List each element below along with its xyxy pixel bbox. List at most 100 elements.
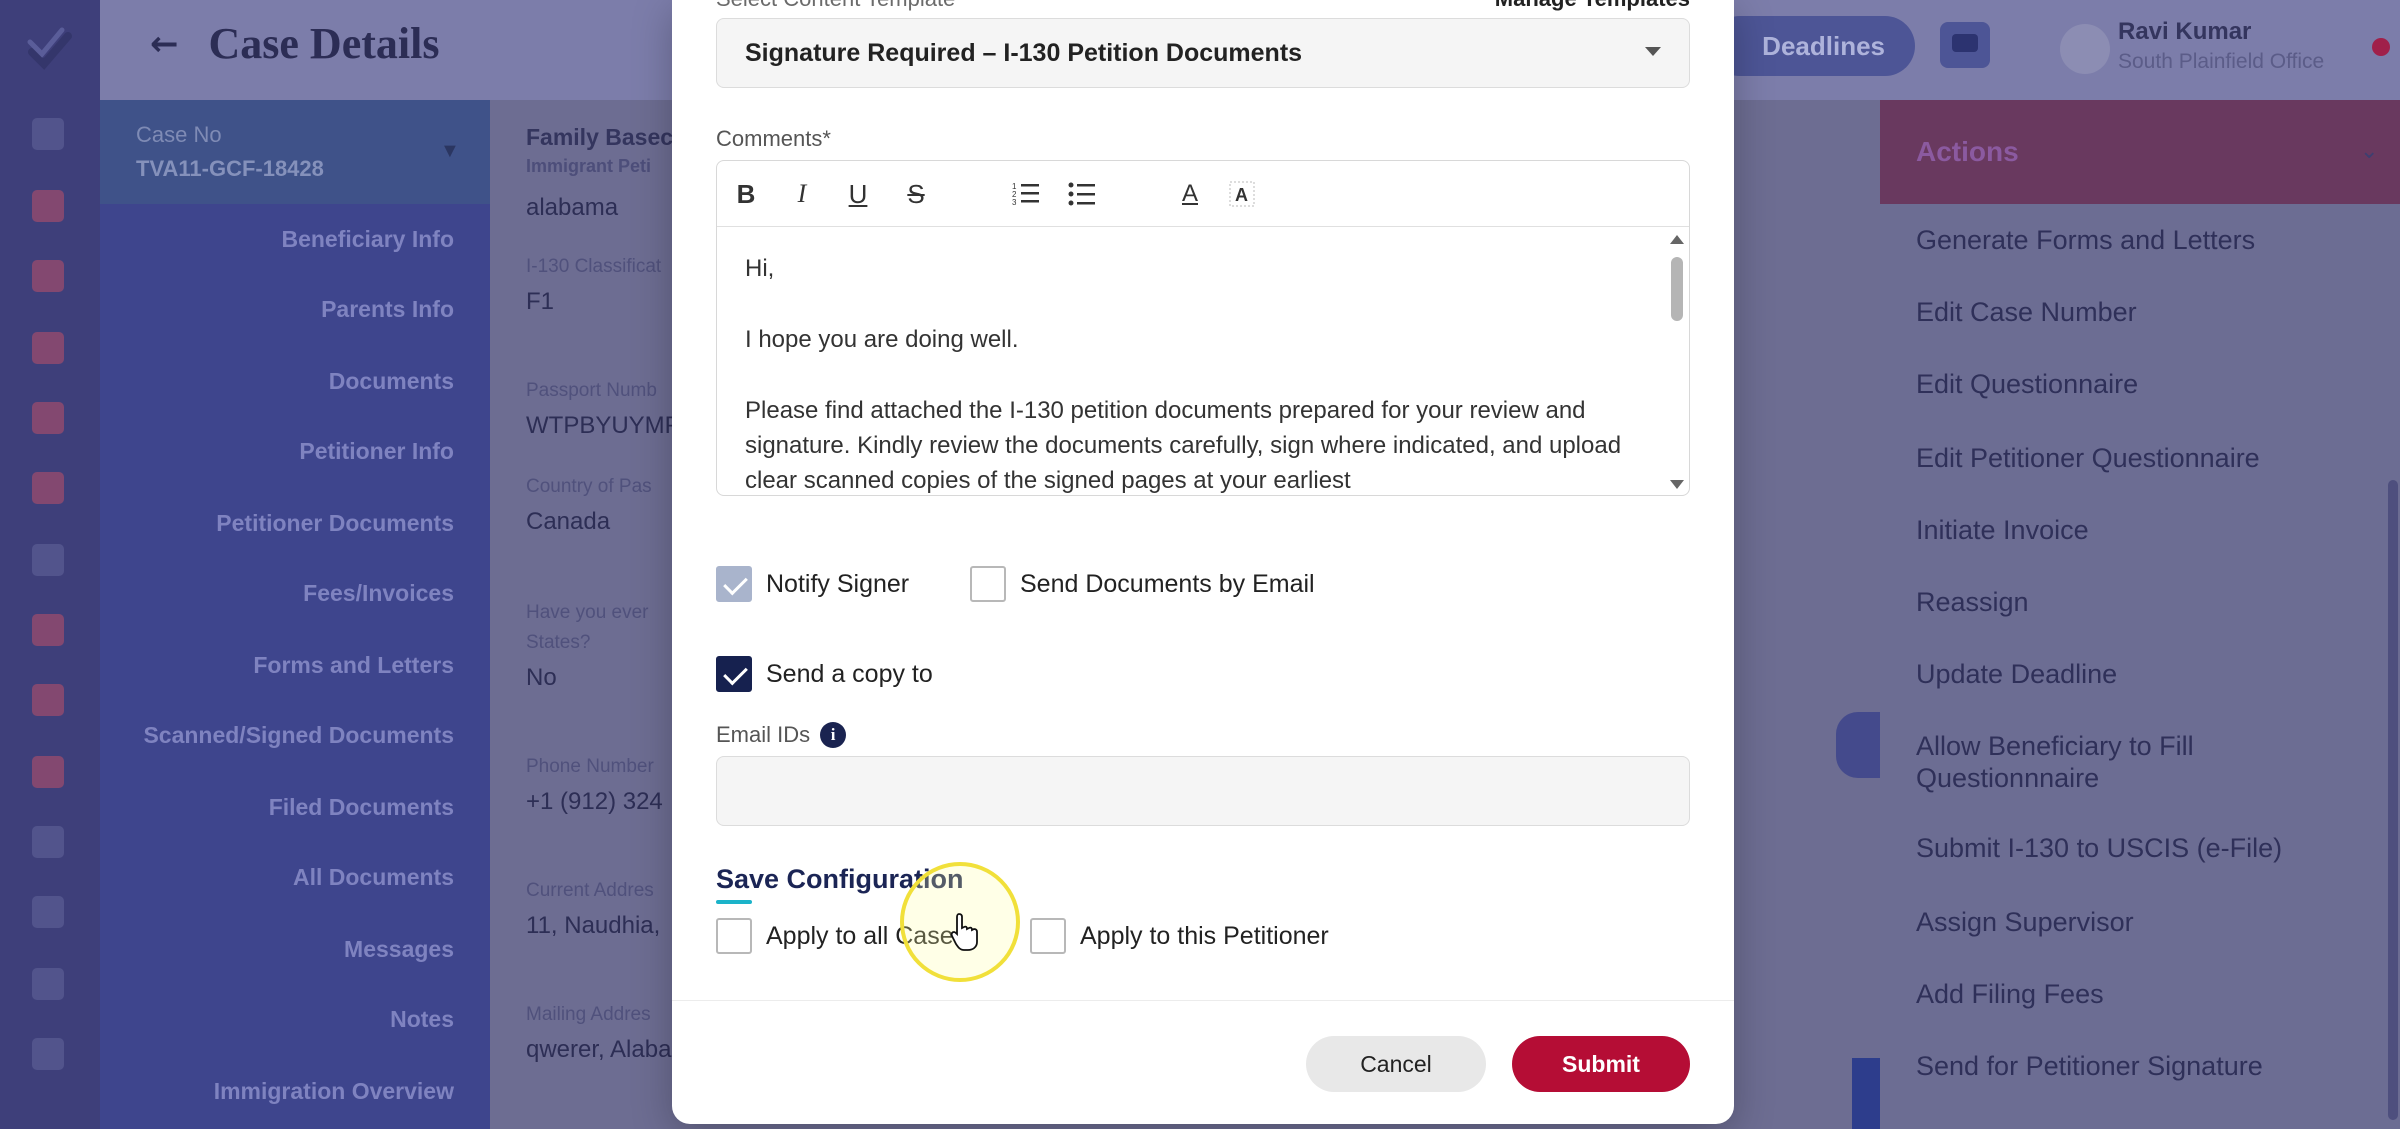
field-label: Phone Number [526,756,654,777]
case-no-label: Case No [136,122,222,147]
page-title: ← Case Details [150,18,439,69]
case-type-subtitle: Immigrant Peti [526,156,652,176]
user-office: South Plainfield Office [2118,50,2325,73]
case-selector[interactable] [100,100,490,204]
chevron-down-icon[interactable]: ▼ [440,140,460,163]
submit-button[interactable]: Submit [1512,1036,1690,1092]
sidebar-item-notes[interactable]: Notes [390,1006,454,1033]
documents-icon[interactable] [32,544,64,576]
action-allow-beneficiary[interactable]: Allow Beneficiary to Fill Questionnnaire [1916,730,2216,794]
manage-templates-link[interactable]: Manage Templates [1495,0,1690,12]
apply-petitioner-option[interactable]: Apply to this Petitioner [1030,918,1329,954]
underline-button[interactable]: U [839,175,877,213]
back-arrow-icon[interactable]: ← [150,24,179,64]
email-ids-input[interactable] [716,756,1690,826]
action-edit-case-number[interactable]: Edit Case Number [1916,296,2356,328]
sidebar-item-petitioner-documents[interactable]: Petitioner Documents [216,510,454,537]
send-copy-option[interactable]: Send a copy to [716,656,933,692]
bold-button[interactable]: B [727,175,765,213]
content-template-select[interactable]: Signature Required – I-130 Petition Docu… [716,18,1690,88]
action-submit-uscis[interactable]: Submit I-130 to USCIS (e-File) [1916,832,2356,864]
content-template-value: Signature Required – I-130 Petition Docu… [745,38,1303,67]
messages-icon[interactable] [32,472,64,504]
folder-icon[interactable] [32,968,64,1000]
cases-icon[interactable] [32,190,64,222]
sidebar-item-petitioner-info[interactable]: Petitioner Info [299,438,454,465]
forms-icon[interactable] [32,260,64,292]
page-title-text: Case Details [208,19,440,68]
collapse-panel-tab[interactable] [1836,712,1880,778]
chevron-down-icon[interactable]: ⌄ [2360,138,2378,164]
sidebar-item-fees-invoices[interactable]: Fees/Invoices [303,580,454,607]
action-send-petitioner-signature[interactable]: Send for Petitioner Signature [1916,1050,2356,1082]
action-edit-questionnaire[interactable]: Edit Questionnaire [1916,368,2356,400]
strikethrough-button[interactable]: S [897,175,935,213]
footer-divider [672,1000,1734,1001]
sidebar-item-all-documents[interactable]: All Documents [293,864,454,891]
editor-paragraph: Hi, [745,255,775,282]
scroll-up-icon[interactable] [1670,235,1684,244]
sidebar-item-documents[interactable]: Documents [329,368,454,395]
sidebar-item-scanned-signed[interactable]: Scanned/Signed Documents [143,722,454,749]
user-name: Ravi Kumar [2118,18,2252,45]
page-scrollbar[interactable] [2388,480,2398,1120]
editor-scrollbar[interactable] [1665,227,1689,495]
action-add-filing-fees[interactable]: Add Filing Fees [1916,978,2356,1010]
deadlines-button[interactable]: Deadlines [1710,16,1915,76]
notify-signer-option[interactable]: Notify Signer [716,566,909,602]
apply-petitioner-label: Apply to this Petitioner [1080,921,1329,950]
edit-icon[interactable] [32,614,64,646]
field-value: qwerer, Alaba [526,1036,672,1063]
field-value: F1 [526,288,555,315]
editor-content[interactable]: Hi, I hope you are doing well. Please fi… [717,227,1667,495]
sidebar-item-immigration-overview[interactable]: Immigration Overview [214,1078,454,1105]
send-docs-email-checkbox[interactable] [970,566,1006,602]
comments-editor[interactable]: B I U S 123 A A Hi, I hope you are doing… [716,160,1690,496]
action-initiate-invoice[interactable]: Initiate Invoice [1916,514,2356,546]
action-generate-forms[interactable]: Generate Forms and Letters [1916,224,2356,256]
clear-format-icon[interactable]: A [1223,175,1261,213]
apply-petitioner-checkbox[interactable] [1030,918,1066,954]
field-value: No [526,664,557,691]
sidebar-item-beneficiary-info[interactable]: Beneficiary Info [281,226,454,253]
templates-icon[interactable] [32,332,64,364]
bullet-list-icon[interactable] [1063,175,1101,213]
ordered-list-icon[interactable]: 123 [1007,175,1045,213]
send-docs-email-option[interactable]: Send Documents by Email [970,566,1315,602]
billing-icon[interactable] [32,684,64,716]
send-copy-label: Send a copy to [766,659,933,688]
email-ids-label: Email IDs [716,722,811,747]
scroll-down-icon[interactable] [1670,480,1684,489]
sidebar-item-filed-documents[interactable]: Filed Documents [269,794,454,821]
apply-all-cases-checkbox[interactable] [716,918,752,954]
editor-paragraph: Please find attached the I-130 petition … [745,397,1622,494]
sidebar-item-messages[interactable]: Messages [344,936,454,963]
reports-icon[interactable] [32,402,64,434]
cancel-button[interactable]: Cancel [1306,1036,1486,1092]
notes-icon[interactable] [32,1038,64,1070]
dashboard-icon[interactable] [32,118,64,150]
case-type-title: Family Basec [526,124,674,150]
info-icon[interactable]: i [820,722,847,748]
sidebar-item-forms-letters[interactable]: Forms and Letters [253,652,454,679]
user-icon[interactable] [32,826,64,858]
avatar[interactable] [2060,24,2110,74]
tasks-icon[interactable] [32,756,64,788]
sidebar-item-parents-info[interactable]: Parents Info [321,296,454,323]
svg-text:A: A [1235,185,1248,205]
case-side-nav: Beneficiary Info Parents Info Documents … [100,204,490,1129]
action-update-deadline[interactable]: Update Deadline [1916,658,2356,690]
notify-signer-checkbox[interactable] [716,566,752,602]
font-color-button[interactable]: A [1171,175,1209,213]
italic-button[interactable]: I [783,175,821,213]
scroll-thumb[interactable] [1671,257,1683,321]
chat-icon[interactable] [1940,22,1990,68]
action-reassign[interactable]: Reassign [1916,586,2356,618]
hand-cursor-icon [950,913,978,951]
send-copy-checkbox[interactable] [716,656,752,692]
panel-edge [1852,1058,1880,1129]
action-edit-petitioner-questionnaire[interactable]: Edit Petitioner Questionnaire [1916,442,2356,474]
action-assign-supervisor[interactable]: Assign Supervisor [1916,906,2356,938]
team-icon[interactable] [32,896,64,928]
notification-dot-icon[interactable] [2372,38,2390,56]
